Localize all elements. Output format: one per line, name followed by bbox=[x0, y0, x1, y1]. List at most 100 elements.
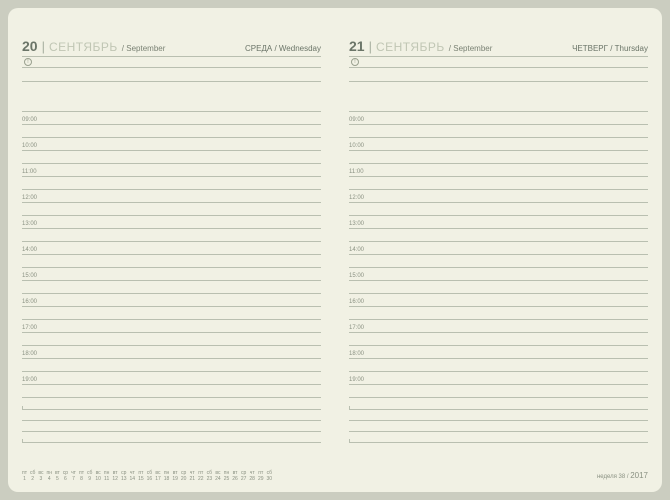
hour-label: 13:00 bbox=[22, 221, 40, 228]
rule-line bbox=[22, 125, 321, 138]
calendar-day: сб2 bbox=[30, 470, 35, 482]
note-line bbox=[22, 421, 321, 432]
calendar-num: 21 bbox=[189, 476, 195, 482]
rule-line bbox=[349, 333, 648, 346]
calendar-num: 7 bbox=[72, 476, 75, 482]
calendar-day: пн18 bbox=[164, 470, 170, 482]
hour-label: 11:00 bbox=[349, 169, 367, 176]
month-ru: СЕНТЯБРЬ bbox=[49, 40, 118, 54]
hour-row: 16:00 bbox=[349, 294, 648, 307]
calendar-num: 17 bbox=[155, 476, 161, 482]
hour-label: 19:00 bbox=[22, 377, 40, 384]
hour-row: 10:00 bbox=[349, 138, 648, 151]
hour-label: 19:00 bbox=[349, 377, 367, 384]
rule-line bbox=[349, 359, 648, 372]
calendar-num: 12 bbox=[112, 476, 118, 482]
rule-line bbox=[349, 177, 648, 190]
calendar-day: вт12 bbox=[112, 470, 118, 482]
rule-line bbox=[22, 307, 321, 320]
calendar-day: сб23 bbox=[207, 470, 213, 482]
month-calendar: пт1сб2вс3пн4вт5ср6чт7пт8сб9вс10пн11вт12с… bbox=[22, 470, 272, 482]
priority-row bbox=[349, 56, 648, 68]
left-page: 20 | СЕНТЯБРЬ / September СРЕДА / Wednes… bbox=[8, 16, 335, 488]
rule-line bbox=[349, 203, 648, 216]
calendar-day: пн25 bbox=[224, 470, 230, 482]
calendar-day: чт14 bbox=[130, 470, 136, 482]
calendar-day: пт8 bbox=[79, 470, 84, 482]
rule-line bbox=[22, 255, 321, 268]
separator: | bbox=[42, 39, 45, 54]
calendar-num: 5 bbox=[56, 476, 59, 482]
calendar-num: 2 bbox=[31, 476, 34, 482]
calendar-num: 6 bbox=[64, 476, 67, 482]
hour-label: 10:00 bbox=[22, 143, 40, 150]
rule-line bbox=[22, 385, 321, 398]
rule-line bbox=[349, 281, 648, 294]
hour-row: 09:00 bbox=[22, 112, 321, 125]
calendar-day: сб30 bbox=[267, 470, 273, 482]
date-block: 21 | СЕНТЯБРЬ / September bbox=[349, 38, 492, 54]
calendar-day: пт22 bbox=[198, 470, 204, 482]
note-line bbox=[22, 432, 321, 443]
hour-label: 14:00 bbox=[22, 247, 40, 254]
hour-row: 12:00 bbox=[349, 190, 648, 203]
hour-row: 19:00 bbox=[349, 372, 648, 385]
hour-row: 15:00 bbox=[349, 268, 648, 281]
note-line bbox=[22, 399, 321, 410]
hour-row: 13:00 bbox=[349, 216, 648, 229]
note-line bbox=[349, 421, 648, 432]
corner-mark bbox=[22, 439, 26, 443]
hour-row: 12:00 bbox=[22, 190, 321, 203]
calendar-num: 8 bbox=[80, 476, 83, 482]
hour-label: 09:00 bbox=[349, 117, 367, 124]
week-label: неделя 38 / bbox=[597, 474, 629, 480]
calendar-num: 11 bbox=[104, 476, 109, 482]
month-en: / September bbox=[449, 44, 493, 53]
note-line bbox=[349, 399, 648, 410]
hour-label: 17:00 bbox=[349, 325, 367, 332]
hour-row: 18:00 bbox=[22, 346, 321, 359]
hour-label: 15:00 bbox=[22, 273, 40, 280]
rule-line bbox=[22, 151, 321, 164]
calendar-num: 3 bbox=[40, 476, 43, 482]
notes-bottom bbox=[22, 399, 321, 443]
calendar-num: 28 bbox=[249, 476, 255, 482]
year: 2017 bbox=[630, 471, 648, 480]
rule-line bbox=[349, 385, 648, 398]
hour-row: 15:00 bbox=[22, 268, 321, 281]
calendar-day: пт29 bbox=[258, 470, 264, 482]
calendar-day: вс10 bbox=[95, 470, 101, 482]
calendar-num: 29 bbox=[258, 476, 264, 482]
calendar-num: 30 bbox=[267, 476, 273, 482]
calendar-num: 16 bbox=[147, 476, 153, 482]
calendar-num: 23 bbox=[207, 476, 213, 482]
calendar-num: 9 bbox=[88, 476, 91, 482]
calendar-day: пт1 bbox=[22, 470, 27, 482]
exclamation-icon bbox=[24, 58, 32, 66]
hour-row: 16:00 bbox=[22, 294, 321, 307]
calendar-day: пт15 bbox=[138, 470, 144, 482]
calendar-day: чт21 bbox=[189, 470, 195, 482]
hour-row: 09:00 bbox=[349, 112, 648, 125]
calendar-day: вт5 bbox=[55, 470, 60, 482]
rule-line bbox=[22, 333, 321, 346]
hour-label: 11:00 bbox=[22, 169, 40, 176]
calendar-day: ср27 bbox=[241, 470, 247, 482]
hour-row: 19:00 bbox=[22, 372, 321, 385]
rule-line bbox=[349, 151, 648, 164]
planner-spread: 20 | СЕНТЯБРЬ / September СРЕДА / Wednes… bbox=[8, 8, 662, 492]
rule-line bbox=[22, 359, 321, 372]
separator: | bbox=[369, 39, 372, 54]
calendar-num: 20 bbox=[181, 476, 187, 482]
note-line bbox=[349, 432, 648, 443]
rule-line bbox=[22, 281, 321, 294]
calendar-num: 24 bbox=[215, 476, 221, 482]
calendar-day: сб16 bbox=[147, 470, 153, 482]
rule-line bbox=[22, 177, 321, 190]
hour-label: 18:00 bbox=[349, 351, 367, 358]
hour-label: 09:00 bbox=[22, 117, 40, 124]
rule-line bbox=[349, 255, 648, 268]
hour-label: 15:00 bbox=[349, 273, 367, 280]
calendar-day: вт26 bbox=[232, 470, 238, 482]
hour-label: 16:00 bbox=[349, 299, 367, 306]
